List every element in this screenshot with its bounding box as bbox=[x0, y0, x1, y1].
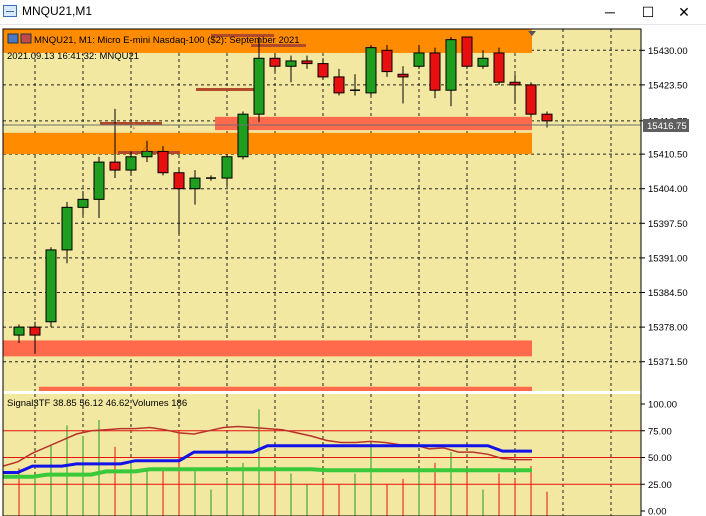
candle-bear bbox=[269, 57, 281, 67]
candle-bear bbox=[461, 36, 473, 67]
price-tick-label: 15430.00 bbox=[648, 46, 688, 57]
signal-marker-icon: ⌂ bbox=[143, 144, 149, 155]
candle-bear bbox=[429, 52, 441, 91]
down-arrow-marker: ↓ bbox=[131, 118, 137, 132]
candle-bull bbox=[477, 57, 489, 67]
timeframe-icon bbox=[20, 33, 32, 44]
price-tick-label: 15378.00 bbox=[648, 323, 688, 334]
window-title: MNQU21,M1 bbox=[22, 4, 93, 18]
price-tick-label: 15391.00 bbox=[648, 253, 688, 264]
candle-bull bbox=[61, 206, 73, 251]
zone-band bbox=[3, 132, 532, 155]
candle-bull bbox=[445, 39, 457, 91]
chart-canvas[interactable]: ↓ ⌂ MNQU21, M1: Micro E-mini Nasdaq-100 … bbox=[0, 25, 706, 516]
price-tick-label: 15410.50 bbox=[648, 150, 688, 161]
price-tick-label: 15397.50 bbox=[648, 219, 688, 230]
close-button[interactable]: ✕ bbox=[667, 0, 701, 24]
candle-bull bbox=[125, 156, 137, 171]
indicator-label: Signal3TF 38.85 56.12 46.62 Volumes 186 bbox=[7, 398, 187, 409]
candle-bear bbox=[109, 161, 121, 171]
symbol-icon bbox=[7, 33, 19, 44]
window-titlebar: MNQU21,M1 ─ ☐ ✕ bbox=[0, 0, 706, 25]
candle-bear bbox=[493, 52, 505, 83]
candle-bull bbox=[93, 161, 105, 200]
candle-bear bbox=[525, 84, 537, 115]
candle-bear bbox=[333, 76, 345, 94]
zone-band bbox=[215, 116, 532, 131]
symbol-description: MNQU21, M1: Micro E-mini Nasdaq-100 ($2)… bbox=[34, 35, 300, 46]
candle-bull bbox=[365, 47, 377, 94]
candle-bull bbox=[13, 326, 25, 336]
candle-bear bbox=[541, 113, 553, 122]
indicator-tick-label: 75.00 bbox=[648, 426, 672, 437]
candle-bull bbox=[237, 113, 249, 158]
candle-bull bbox=[45, 249, 57, 323]
candle-bear bbox=[301, 60, 313, 65]
price-tick-label: 15371.50 bbox=[648, 357, 688, 368]
indicator-tick-label: 100.00 bbox=[648, 400, 677, 411]
candle-bull bbox=[413, 52, 425, 67]
candle-bear bbox=[381, 49, 393, 73]
candle-bear bbox=[173, 172, 185, 190]
candle-bull bbox=[77, 198, 89, 208]
zone-band bbox=[39, 386, 532, 391]
current-price-label: 15416.75 bbox=[647, 121, 687, 132]
minimize-button[interactable]: ─ bbox=[593, 0, 627, 24]
candle-bear bbox=[29, 326, 41, 336]
candle-bear bbox=[397, 73, 409, 78]
indicator-tick-label: 25.00 bbox=[648, 480, 672, 491]
candle-bear bbox=[157, 150, 169, 174]
indicator-tick-label: 0.00 bbox=[648, 507, 667, 516]
candle-bull bbox=[253, 57, 265, 115]
level-box-mid bbox=[196, 88, 259, 91]
candle-bear bbox=[509, 81, 521, 86]
pane-separator[interactable] bbox=[0, 391, 706, 394]
candle-bear bbox=[317, 63, 329, 78]
price-tick-label: 15404.00 bbox=[648, 184, 688, 195]
maximize-button[interactable]: ☐ bbox=[631, 0, 665, 24]
indicator-tick-label: 50.00 bbox=[648, 453, 672, 464]
chart-window-icon bbox=[3, 5, 17, 17]
zone-band bbox=[3, 340, 532, 357]
price-tick-label: 15423.50 bbox=[648, 80, 688, 91]
candle-bull bbox=[285, 60, 297, 67]
price-tick-label: 15384.50 bbox=[648, 288, 688, 299]
candle-bull bbox=[189, 177, 201, 190]
time-line: 2021.09.13 16:41:32: MNQU21 bbox=[7, 51, 139, 62]
candle-bull bbox=[221, 156, 233, 179]
